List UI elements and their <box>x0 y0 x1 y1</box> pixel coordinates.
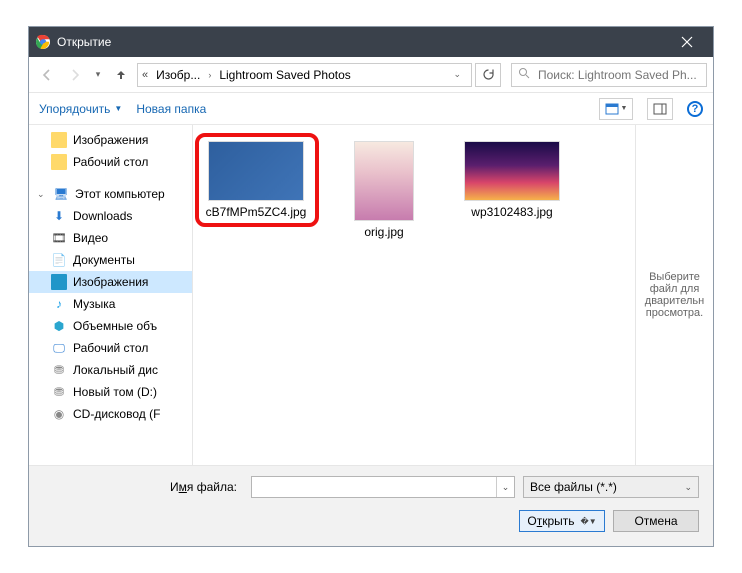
search-box[interactable] <box>511 63 707 87</box>
chevron-down-icon: ⌄ <box>684 482 692 493</box>
view-mode-button[interactable]: ▼ <box>599 98 633 120</box>
address-dropdown-icon[interactable]: ⌄ <box>447 69 467 80</box>
download-icon: ⬇ <box>51 208 67 224</box>
titlebar: Открытие <box>29 27 713 57</box>
file-thumbnail <box>464 141 560 201</box>
filename-input[interactable] <box>252 477 496 497</box>
dialog-body: Изображения Рабочий стол ⌄🖥Этот компьюте… <box>29 125 713 465</box>
cd-icon: ◉ <box>51 406 67 422</box>
objects-icon: ⬢ <box>51 318 67 334</box>
file-name: orig.jpg <box>364 225 403 239</box>
up-button[interactable] <box>109 63 133 87</box>
tree-item-music[interactable]: ♪Музыка <box>29 293 192 315</box>
folder-icon <box>51 132 67 148</box>
refresh-button[interactable] <box>475 63 501 87</box>
filter-label: Все файлы (*.*) <box>530 480 617 494</box>
breadcrumb-segment[interactable]: Изобр... <box>152 68 204 82</box>
filename-dropdown-icon[interactable]: ⌄ <box>496 477 514 497</box>
overflow-chevron-icon[interactable]: « <box>142 69 148 81</box>
tree-item-desktop2[interactable]: 🖵Рабочий стол <box>29 337 192 359</box>
organise-menu[interactable]: Упорядочить ▼ <box>39 102 122 116</box>
open-button[interactable]: Открыть �▼ <box>519 510 605 532</box>
preview-pane-button[interactable] <box>647 98 673 120</box>
file-thumbnail <box>208 141 304 201</box>
tree-item-local-disk[interactable]: ⛃Локальный дис <box>29 359 192 381</box>
preview-placeholder: Выберите файл для дварительн просмотра. <box>640 271 709 319</box>
open-split-dropdown-icon[interactable]: �▼ <box>581 517 597 526</box>
search-input[interactable] <box>536 67 700 83</box>
toolbar: Упорядочить ▼ Новая папка ▼ ? <box>29 93 713 125</box>
search-icon <box>518 67 530 82</box>
drive-icon: ⛃ <box>51 362 67 378</box>
document-icon: 📄 <box>51 252 67 268</box>
desktop-icon: 🖵 <box>51 340 67 356</box>
drive-icon: ⛃ <box>51 384 67 400</box>
tree-item-cd-drive[interactable]: ◉CD-дисковод (F <box>29 403 192 425</box>
folder-icon <box>51 154 67 170</box>
music-icon: ♪ <box>51 296 67 312</box>
tree-item-images-selected[interactable]: Изображения <box>29 271 192 293</box>
file-thumbnail <box>354 141 414 221</box>
help-button[interactable]: ? <box>687 101 703 117</box>
file-name: cB7fMPm5ZC4.jpg <box>206 205 307 219</box>
cancel-button[interactable]: Отмена <box>613 510 699 532</box>
preview-pane: Выберите файл для дварительн просмотра. <box>635 125 713 465</box>
nav-bar: ▾ « Изобр... › Lightroom Saved Photos ⌄ <box>29 57 713 93</box>
file-item[interactable]: wp3102483.jpg <box>457 135 567 219</box>
tree-item-3d-objects[interactable]: ⬢Объемные объ <box>29 315 192 337</box>
chevron-right-icon: › <box>208 70 211 80</box>
file-item[interactable]: orig.jpg <box>329 135 439 239</box>
breadcrumb-segment[interactable]: Lightroom Saved Photos <box>215 68 354 82</box>
file-name: wp3102483.jpg <box>471 205 552 219</box>
forward-button[interactable] <box>63 63 87 87</box>
tree-item-downloads[interactable]: ⬇Downloads <box>29 205 192 227</box>
nav-tree[interactable]: Изображения Рабочий стол ⌄🖥Этот компьюте… <box>29 125 193 465</box>
tree-item-documents[interactable]: 📄Документы <box>29 249 192 271</box>
close-button[interactable] <box>667 27 707 57</box>
pictures-icon <box>51 274 67 290</box>
filename-label: Имя файла: <box>43 480 243 494</box>
video-icon: 🎞 <box>51 230 67 246</box>
open-dialog: Открытие ▾ « Изобр... › Lightroom Saved … <box>28 26 714 547</box>
tree-item-desktop[interactable]: Рабочий стол <box>29 151 192 173</box>
new-folder-button[interactable]: Новая папка <box>136 102 206 116</box>
address-bar[interactable]: « Изобр... › Lightroom Saved Photos ⌄ <box>137 63 472 87</box>
chrome-icon <box>35 34 51 50</box>
filename-combo[interactable]: ⌄ <box>251 476 515 498</box>
organise-label: Упорядочить <box>39 102 110 116</box>
tree-item-this-pc[interactable]: ⌄🖥Этот компьютер <box>29 183 192 205</box>
tree-item-images[interactable]: Изображения <box>29 129 192 151</box>
file-type-filter[interactable]: Все файлы (*.*) ⌄ <box>523 476 699 498</box>
back-button[interactable] <box>35 63 59 87</box>
tree-item-new-volume[interactable]: ⛃Новый том (D:) <box>29 381 192 403</box>
file-item[interactable]: cB7fMPm5ZC4.jpg <box>201 135 311 219</box>
pc-icon: 🖥 <box>53 186 69 202</box>
recent-dropdown[interactable]: ▾ <box>91 63 105 87</box>
window-title: Открытие <box>57 35 667 49</box>
expand-icon[interactable]: ⌄ <box>37 189 47 200</box>
dialog-footer: Имя файла: ⌄ Все файлы (*.*) ⌄ Открыть �… <box>29 465 713 546</box>
chevron-down-icon: ▼ <box>114 104 122 113</box>
file-list[interactable]: cB7fMPm5ZC4.jpg orig.jpg wp3102483.jpg <box>193 125 635 465</box>
tree-item-video[interactable]: 🎞Видео <box>29 227 192 249</box>
